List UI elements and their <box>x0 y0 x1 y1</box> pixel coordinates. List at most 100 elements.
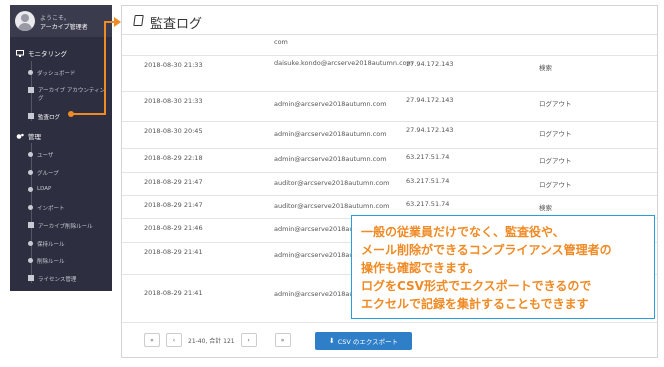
user-header: ようこそ。 アーカイブ管理者 <box>10 5 112 37</box>
ip-cell: 27.94.172.143 <box>406 96 454 104</box>
trash-icon <box>28 222 34 228</box>
sidebar-item-label: インポート <box>37 206 65 212</box>
callout-line: 一般の従業員だけでなく、監査役や、 <box>361 225 565 239</box>
lightbulb-icon <box>28 205 33 210</box>
action-cell: 検索 <box>539 64 552 72</box>
ip-cell: 63.217.51.74 <box>406 177 450 185</box>
sidebar-item-label: グループ <box>37 171 59 177</box>
time-cell: 2018-08-29 21:47 <box>144 178 203 186</box>
sidebar-item-retention-rule[interactable]: 保持ルール <box>28 240 65 248</box>
action-cell: ログアウト <box>539 100 572 108</box>
table-divider <box>122 322 657 323</box>
sidebar-item-ldap[interactable]: LDAP <box>28 186 51 192</box>
accounting-icon <box>28 87 34 93</box>
user-cell: com <box>274 38 288 46</box>
dashboard-icon <box>28 70 33 75</box>
sidebar-item-label: 削除ルール <box>37 259 65 265</box>
table-row[interactable]: 2018-08-30 21:33 daisuke.kondo@arcserve2… <box>122 55 657 92</box>
sidebar-item-label: 保持ルール <box>37 242 65 248</box>
connector-line <box>104 21 106 115</box>
next-page-button[interactable]: › <box>240 333 257 347</box>
monitor-icon <box>16 49 24 57</box>
callout-line: ログをCSV形式でエクスポートできるので <box>361 279 592 293</box>
connector-line <box>72 113 105 115</box>
user-cell: admin@arcserve2018autumn.com <box>274 100 387 108</box>
cogs-icon <box>16 133 24 139</box>
csv-export-label: CSV のエクスポート <box>337 338 399 346</box>
sidebar-item-user[interactable]: ユーザ <box>28 151 53 159</box>
user-cell: admin@arcserve2018autumn.com <box>274 130 387 138</box>
user-name[interactable]: アーカイブ管理者 <box>40 22 88 31</box>
license-icon <box>28 275 34 281</box>
panel-header: 監査ログ <box>122 6 657 35</box>
section-label: 管理 <box>28 133 41 141</box>
callout-line: 操作も確認できます。 <box>361 261 480 275</box>
sidebar-item-group[interactable]: グループ <box>28 169 59 177</box>
user-cell: admin@arcserve2018autumn.com <box>274 155 387 163</box>
callout-line: エクセルで記録を集計することもできます <box>361 297 589 311</box>
sidebar-item-label: ダッシュボード <box>37 71 76 77</box>
connector-arrow <box>114 17 121 27</box>
section-label: モニタリング <box>28 50 67 58</box>
key-icon <box>28 187 33 192</box>
sidebar-item-label: アーカイブ削除ルール <box>38 224 93 230</box>
avatar[interactable] <box>15 11 35 31</box>
sidebar-item-label: ライセンス管理 <box>38 277 77 283</box>
user-cell: auditor@arcserve2018autumn.com <box>274 202 390 210</box>
time-cell: 2018-08-30 21:33 <box>144 97 203 105</box>
sidebar-item-delete-rule[interactable]: 削除ルール <box>28 257 65 265</box>
time-cell: 2018-08-29 21:41 <box>144 248 203 256</box>
csv-export-button[interactable]: ⬇ CSV のエクスポート <box>315 332 412 350</box>
pagination: « ‹ 21-40, 合計 121 › » <box>144 333 291 347</box>
callout-line: メール削除ができるコンプライアンス管理者の <box>361 243 612 257</box>
user-cell: auditor@arcserve2018autumn.com <box>274 179 390 187</box>
action-cell: ログアウト <box>539 181 572 189</box>
table-row[interactable]: 2018-08-29 21:47 auditor@arcserve2018aut… <box>122 172 657 196</box>
ip-cell: 63.217.51.74 <box>406 200 450 208</box>
time-cell: 2018-08-29 21:46 <box>144 224 203 232</box>
table-row[interactable]: 2018-08-29 22:18 admin@arcserve2018autum… <box>122 148 657 173</box>
table-row[interactable]: com <box>122 35 657 55</box>
time-cell: 2018-08-30 20:45 <box>144 127 203 135</box>
sidebar-item-audit-log[interactable]: 監査ログ <box>28 113 60 121</box>
page-title: 監査ログ <box>150 17 203 32</box>
clock-icon <box>28 241 33 246</box>
section-monitoring[interactable]: モニタリング <box>16 48 67 58</box>
ip-cell: 63.217.51.74 <box>406 153 450 161</box>
users-icon <box>28 170 33 175</box>
time-cell: 2018-08-29 21:47 <box>144 201 203 209</box>
prev-page-button[interactable]: ‹ <box>166 333 182 347</box>
annotation-callout: 一般の従業員だけでなく、監査役や、 メール削除ができるコンプライアンス管理者の … <box>351 215 655 319</box>
time-cell: 2018-08-29 21:41 <box>144 289 203 297</box>
sidebar-item-label: アーカイブ アカウンティング <box>38 88 106 102</box>
sidebar-item-archive-delete-rule[interactable]: アーカイブ削除ルール <box>28 222 93 230</box>
user-icon <box>28 152 33 157</box>
gavel-icon <box>28 258 33 263</box>
sidebar-item-import[interactable]: インポート <box>28 204 65 212</box>
time-cell: 2018-08-30 21:33 <box>144 61 203 69</box>
download-icon: ⬇ <box>328 337 335 345</box>
sidebar-item-license[interactable]: ライセンス管理 <box>28 275 76 283</box>
action-cell: ログアウト <box>539 157 572 165</box>
time-cell: 2018-08-29 22:18 <box>144 154 203 162</box>
first-page-button[interactable]: « <box>144 333 160 347</box>
user-cell: daisuke.kondo@arcserve2018autumn.com <box>274 59 413 67</box>
last-page-button[interactable]: » <box>274 333 291 347</box>
sidebar-item-dashboard[interactable]: ダッシュボード <box>28 69 76 77</box>
book-icon <box>133 15 144 26</box>
section-admin[interactable]: 管理 <box>16 131 41 141</box>
page-info: 21-40, 合計 121 <box>188 337 235 345</box>
sidebar-item-label: LDAP <box>37 186 52 192</box>
sidebar-item-label: 監査ログ <box>38 115 61 121</box>
sidebar-item-label: ユーザ <box>37 153 54 159</box>
sidebar-item-accounting[interactable]: アーカイブ アカウンティング <box>28 87 108 103</box>
action-cell: ログアウト <box>539 130 572 138</box>
table-row[interactable]: 2018-08-30 21:33 admin@arcserve2018autum… <box>122 91 657 122</box>
ip-cell: 27.94.172.143 <box>406 126 454 134</box>
table-row[interactable]: 2018-08-30 20:45 admin@arcserve2018autum… <box>122 121 657 149</box>
sidebar: ようこそ。 アーカイブ管理者 モニタリング ダッシュボード アーカイブ アカウン… <box>10 5 112 291</box>
ip-cell: 27.94.172.143 <box>406 60 454 68</box>
welcome-text: ようこそ。 <box>40 15 71 22</box>
book-icon <box>28 113 34 119</box>
action-cell: 検索 <box>539 204 552 212</box>
